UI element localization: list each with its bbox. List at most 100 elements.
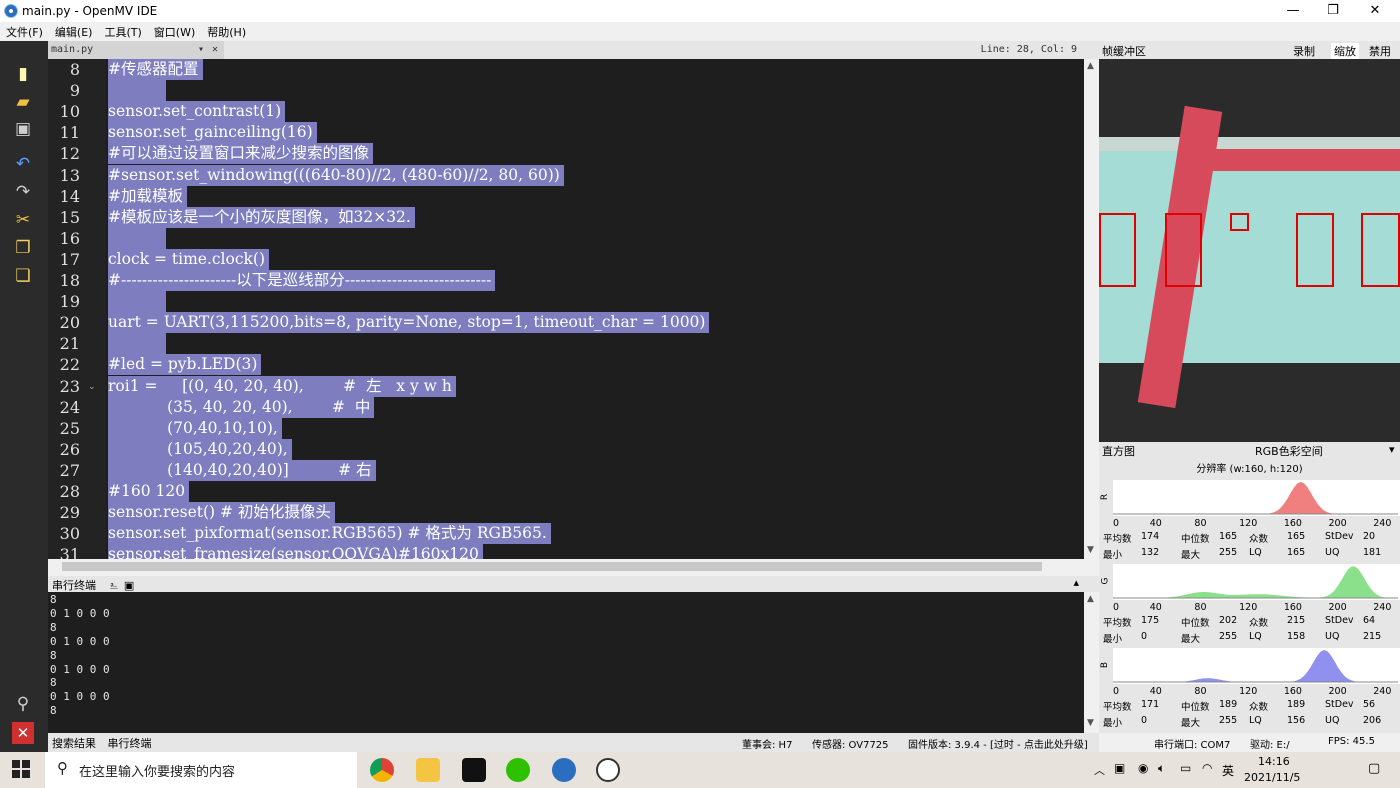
paste-icon[interactable]: ❏ [12, 265, 34, 287]
save-terminal-icon[interactable]: ▣ [124, 579, 134, 592]
code-line[interactable] [108, 333, 166, 355]
tab-serial-terminal[interactable]: 串行终端 [108, 737, 152, 750]
openmv-taskbar-icon[interactable] [552, 758, 576, 782]
panda-app-icon[interactable] [596, 758, 620, 782]
code-line[interactable]: sensor.set_gainceiling(16) [108, 122, 317, 144]
redo-icon[interactable]: ↷ [12, 181, 34, 203]
menu-window[interactable]: 窗口(W) [148, 22, 201, 41]
tick-label: 40 [1149, 686, 1162, 697]
tab-main-py[interactable]: main.py ▾ ✕ [48, 41, 224, 59]
code-line[interactable]: #----------------------以下是巡线部分----------… [108, 270, 496, 291]
colorspace-dropdown-icon[interactable]: ▾ [1389, 443, 1395, 456]
code-line[interactable]: #传感器配置 [108, 59, 203, 80]
code-line[interactable]: uart = UART(3,115200,bits=8, parity=None… [108, 312, 710, 334]
taskbar-search-placeholder: 在这里输入你要搜索的内容 [79, 765, 236, 780]
serial-scroll-up-icon[interactable]: ▲ [1087, 594, 1094, 604]
cut-icon[interactable]: ✂ [12, 209, 34, 231]
serial-line: 8 [50, 676, 57, 690]
wechat-icon[interactable] [506, 758, 530, 782]
code-line[interactable] [108, 291, 166, 313]
code-line[interactable]: roi1 = [(0, 40, 20, 40), # 左 x y w h [108, 375, 456, 397]
jetbrains-icon[interactable] [462, 758, 486, 782]
tab-search-results[interactable]: 搜索结果 [52, 737, 96, 750]
tray-app-icon[interactable]: ▣ [1114, 761, 1125, 775]
tick-label: 0 [1113, 602, 1120, 613]
code-line[interactable]: sensor.set_pixformat(sensor.RGB565) # 格式… [108, 523, 551, 545]
code-line[interactable]: #led = pyb.LED(3) [108, 354, 262, 376]
menu-help[interactable]: 帮助(H) [201, 22, 252, 41]
windows-start-icon[interactable] [12, 760, 30, 778]
tab-dropdown-icon[interactable]: ▾ [198, 44, 204, 55]
code-line[interactable]: #模板应该是一个小的灰度图像，如32×32. [108, 206, 415, 228]
code-line[interactable]: #可以通过设置窗口来减少搜索的图像 [108, 143, 373, 165]
stat-label-mode: 众数 [1249, 534, 1269, 545]
close-button[interactable]: ✕ [1352, 0, 1398, 22]
open-folder-icon[interactable]: ▰ [12, 91, 34, 113]
scrollbar-thumb[interactable] [62, 562, 1042, 571]
code-line[interactable]: sensor.reset() # 初始化摄像头 [108, 502, 335, 524]
tray-chevron-icon[interactable]: ︿ [1094, 762, 1105, 778]
disable-button[interactable]: 禁用 [1369, 43, 1391, 59]
roi-rect-right [1361, 213, 1400, 287]
notification-icon[interactable]: ▢ [1368, 761, 1380, 776]
chrome-icon[interactable] [370, 758, 394, 782]
tab-close-icon[interactable]: ✕ [212, 44, 218, 55]
new-file-icon[interactable]: ▮ [12, 63, 34, 85]
scroll-up-icon[interactable]: ▲ [1087, 61, 1094, 71]
colorspace-select[interactable]: RGB色彩空间 [1255, 443, 1323, 459]
editor-horizontal-scrollbar[interactable] [48, 559, 1084, 574]
ime-indicator[interactable]: 英 [1222, 762, 1234, 779]
battery-icon[interactable]: ▭ [1180, 761, 1191, 775]
editor-vertical-scrollbar[interactable]: ▲ ▼ [1084, 59, 1099, 559]
code-line[interactable]: sensor.set_contrast(1) [108, 101, 286, 123]
serial-terminal-output[interactable]: 80 1 0 0 080 1 0 0 080 1 0 0 080 1 0 0 0… [48, 592, 1084, 733]
red-line-top [1189, 149, 1400, 171]
restore-button[interactable]: ❐ [1310, 0, 1356, 22]
code-line[interactable]: (70,40,10,10), [108, 417, 282, 439]
stat-label-lq: LQ [1249, 715, 1262, 726]
code-line[interactable]: sensor.set_framesize(sensor.QQVGA)#160x1… [108, 544, 483, 559]
clear-terminal-icon[interactable]: ⎁ [110, 579, 119, 592]
stat-label-median: 中位数 [1181, 534, 1210, 545]
copy-icon[interactable]: ❐ [12, 237, 34, 259]
tray-network-icon[interactable]: ◉ [1138, 761, 1148, 775]
code-line[interactable]: #sensor.set_windowing(((640-80)//2, (480… [108, 164, 564, 186]
serial-scrollbar[interactable]: ▲ ▼ [1084, 592, 1099, 733]
status-firmware[interactable]: 固件版本: 3.9.4 - [过时 - 点击此处升级] [908, 736, 1088, 751]
menu-file[interactable]: 文件(F) [0, 22, 49, 41]
clock-time[interactable]: 14:16 [1258, 755, 1290, 768]
code-editor[interactable]: 8 9 10 11 12 13 14 15 16 17 18 19 20 21 22 23 ⌄ 24 25 26 27 2… [48, 59, 1084, 559]
wifi-icon[interactable]: ◠ [1202, 761, 1212, 775]
fold-marker-icon[interactable]: ⌄ [88, 382, 96, 392]
clock-date[interactable]: 2021/11/5 [1244, 771, 1300, 784]
volume-icon[interactable]: 🔈︎ [1158, 761, 1165, 776]
menu-tools[interactable]: 工具(T) [98, 22, 147, 41]
tick-label: 240 [1373, 518, 1392, 529]
code-line[interactable]: clock = time.clock() [108, 248, 270, 270]
record-button[interactable]: 录制 [1293, 43, 1315, 59]
undo-icon[interactable]: ↶ [12, 153, 34, 175]
zoom-button[interactable]: 缩放 [1331, 43, 1359, 59]
stop-icon[interactable]: ✕ [12, 722, 34, 744]
scrollbar-track [1086, 99, 1097, 539]
code-line[interactable]: (140,40,20,40)] # 右 [108, 459, 376, 481]
taskbar-search-box[interactable]: ⚲ 在这里输入你要搜索的内容 [45, 752, 357, 788]
code-line[interactable]: #160 120 [108, 481, 190, 502]
connect-icon[interactable]: ⚲ [12, 693, 34, 715]
line-number: 15 [59, 207, 80, 227]
scroll-down-icon[interactable]: ▼ [1087, 545, 1094, 555]
maximize-terminal-icon[interactable]: ▴ [1073, 576, 1079, 589]
code-line[interactable] [108, 80, 166, 102]
menu-edit[interactable]: 编辑(E) [49, 22, 99, 41]
code-line[interactable]: (105,40,20,40), [108, 438, 292, 460]
stat-value-median: 165 [1219, 531, 1238, 542]
histogram-channel-r: R 0 40 80 120 160 200 240 平均数 174 中位数 165 众数 165 StDev… [1099, 472, 1400, 561]
serial-scroll-down-icon[interactable]: ▼ [1087, 718, 1094, 728]
stat-label-max: 最大 [1181, 718, 1201, 729]
line-number: 12 [59, 144, 80, 164]
code-line[interactable]: #加载模板 [108, 185, 187, 207]
code-line[interactable] [108, 227, 166, 249]
save-icon[interactable]: ▣ [12, 118, 34, 140]
code-line[interactable]: (35, 40, 20, 40), # 中 [108, 396, 375, 418]
file-explorer-icon[interactable] [416, 758, 440, 782]
